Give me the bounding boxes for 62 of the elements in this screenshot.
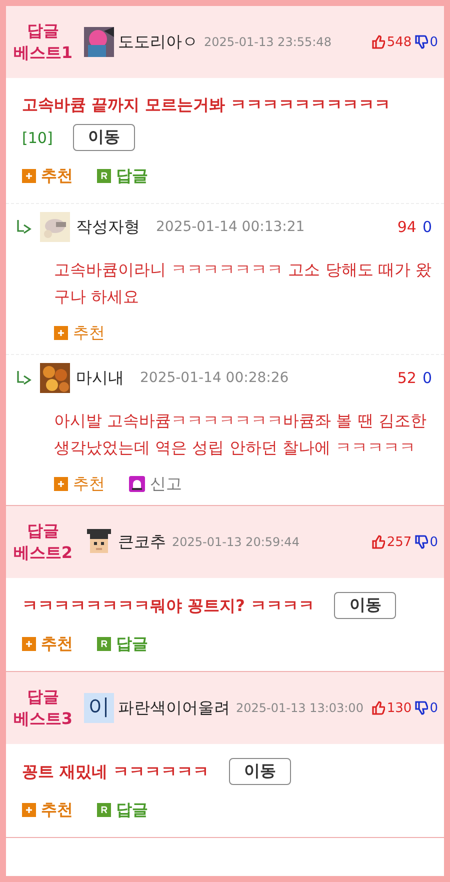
plus-icon <box>54 477 68 491</box>
author-name: 파란색이어울려 <box>118 698 230 718</box>
action-link[interactable]: 답글 <box>116 634 148 654</box>
action-link[interactable]: 추천 <box>41 634 73 654</box>
thumbs-down-icon <box>414 35 428 49</box>
dislike-count: 0 <box>422 369 432 387</box>
reply-arrow-icon <box>16 219 34 235</box>
author-name: 도도리아ㅇ <box>118 32 198 52</box>
action-link[interactable]: 추천 <box>73 322 105 344</box>
like-count: 548 <box>386 34 412 50</box>
dislike-count: 0 <box>430 700 438 716</box>
like-count: 94 <box>397 218 416 236</box>
dislike-count: 0 <box>430 34 438 50</box>
move-button[interactable]: 이동 <box>334 592 396 619</box>
comment-text: 고속바큠 끝까지 모르는거봐 ㅋㅋㅋㅋㅋㅋㅋㅋㅋㅋ <box>22 94 391 116</box>
author-name: 마시내 <box>76 368 124 388</box>
timestamp: 2025-01-13 13:03:00 <box>236 701 364 715</box>
like-count: 52 <box>397 369 416 387</box>
best-label: 베스트3 <box>13 708 73 730</box>
comment-text: 아시발 고속바큠ㅋㅋㅋㅋㅋㅋㅋ바큠좌 볼 땐 김조한 생각났었는데 역은 성립 안하던 찰나에 ㅋㅋㅋㅋㅋ <box>54 410 428 459</box>
author-name: 큰코추 <box>118 532 166 552</box>
timestamp: 2025-01-14 00:28:26 <box>140 370 289 386</box>
thumbs-down-icon <box>414 701 428 715</box>
reply-icon <box>97 637 111 651</box>
siren-icon <box>129 476 145 492</box>
author-name: 작성자형 <box>76 216 140 238</box>
comment-text: 고속바큠이라니 ㅋㅋㅋㅋㅋㅋㅋ 고소 당해도 때가 왔구나 하세요 <box>54 259 432 308</box>
thumbs-up-icon <box>370 535 385 549</box>
move-button[interactable]: 이동 <box>229 758 292 785</box>
plus-icon <box>54 326 68 340</box>
like-count: 130 <box>386 700 412 716</box>
plus-icon <box>22 169 36 183</box>
thumbs-up-icon <box>370 35 385 49</box>
thumbs-up-icon <box>370 701 385 715</box>
reply-icon <box>97 169 111 183</box>
dislike-count: 0 <box>430 534 438 550</box>
best-label: 답글 <box>27 20 59 42</box>
reply-arrow-icon <box>16 370 34 386</box>
avatar: 이 <box>84 693 114 723</box>
reply-icon <box>97 803 111 817</box>
action-link[interactable]: 신고 <box>150 474 182 494</box>
action-link[interactable]: 추천 <box>41 166 73 186</box>
best-label: 답글 <box>27 520 59 542</box>
best-label: 베스트1 <box>13 42 73 64</box>
timestamp: 2025-01-13 20:59:44 <box>172 535 300 549</box>
comment-text: 꽁트 재밌네 ㅋㅋㅋㅋㅋㅋ <box>22 760 210 782</box>
plus-icon <box>22 803 36 817</box>
best-label: 답글 <box>27 686 59 708</box>
move-button[interactable]: 이동 <box>72 124 135 151</box>
action-link[interactable]: 추천 <box>41 800 73 820</box>
dislike-count: 0 <box>422 218 432 236</box>
plus-icon <box>22 637 36 651</box>
reply-count: [10] <box>22 128 53 146</box>
timestamp: 2025-01-13 23:55:48 <box>204 35 332 49</box>
thumbs-down-icon <box>414 535 428 549</box>
like-count: 257 <box>386 534 412 550</box>
action-link[interactable]: 추천 <box>73 474 105 494</box>
action-link[interactable]: 답글 <box>116 800 148 820</box>
timestamp: 2025-01-14 00:13:21 <box>156 219 305 235</box>
action-link[interactable]: 답글 <box>116 166 148 186</box>
comment-text: ㅋㅋㅋㅋㅋㅋㅋㅋ뭐야 꽁트지? ㅋㅋㅋㅋ <box>22 594 314 616</box>
best-label: 베스트2 <box>13 542 73 564</box>
